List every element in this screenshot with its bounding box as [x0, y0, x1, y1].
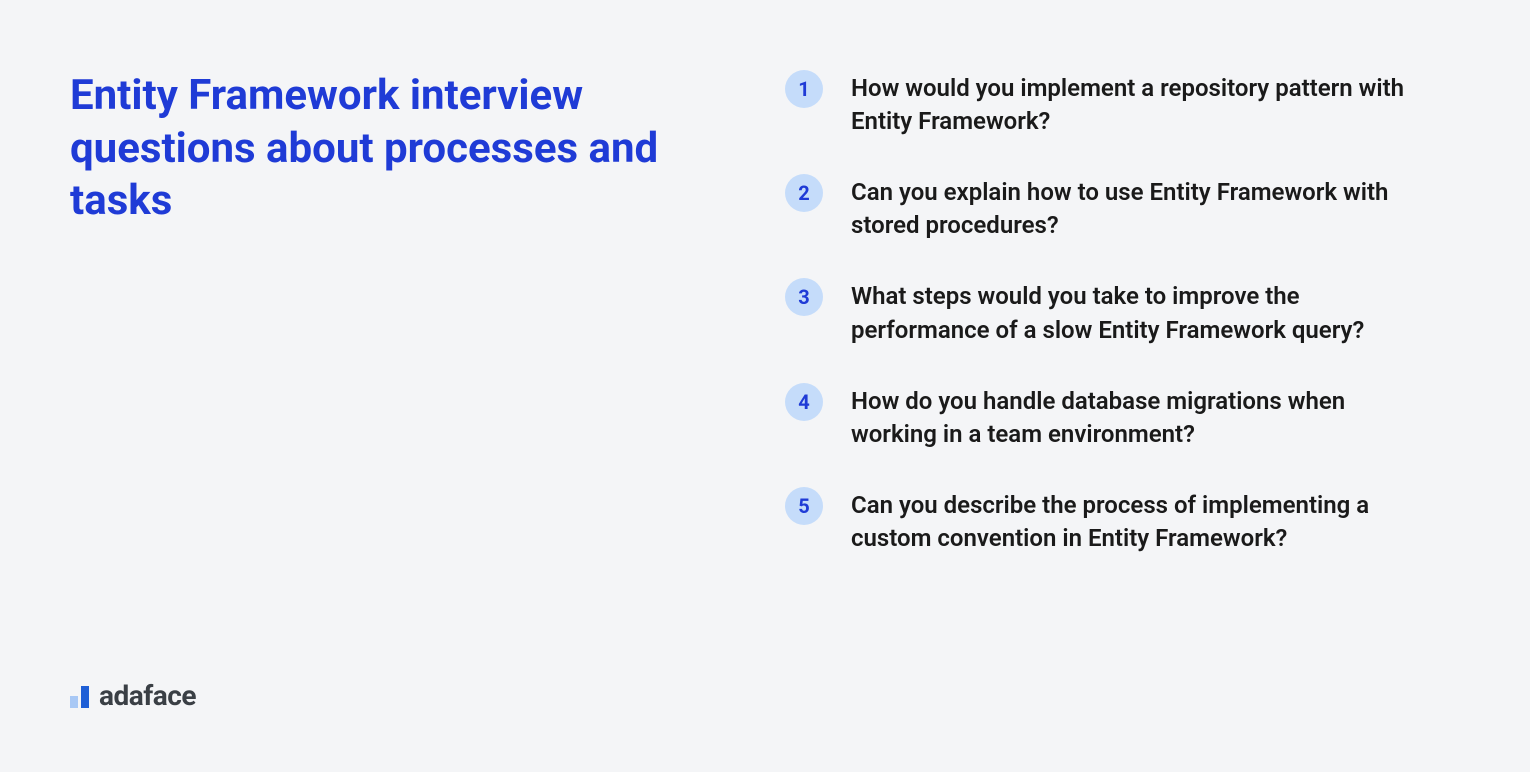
list-item: 3 What steps would you take to improve t… [785, 278, 1460, 346]
question-text: What steps would you take to improve the… [851, 278, 1411, 346]
list-item: 5 Can you describe the process of implem… [785, 487, 1460, 555]
list-item: 2 Can you explain how to use Entity Fram… [785, 174, 1460, 242]
brand-name: adaface [99, 679, 196, 712]
question-number-badge: 5 [785, 487, 823, 525]
questions-list: 1 How would you implement a repository p… [785, 70, 1460, 722]
question-number-badge: 4 [785, 383, 823, 421]
question-number-badge: 1 [785, 70, 823, 108]
slide-container: Entity Framework interview questions abo… [0, 0, 1530, 772]
question-text: Can you explain how to use Entity Framew… [851, 174, 1411, 242]
question-number-badge: 2 [785, 174, 823, 212]
left-column: Entity Framework interview questions abo… [70, 70, 785, 722]
question-text: How do you handle database migrations wh… [851, 383, 1411, 451]
bars-icon [70, 684, 89, 708]
page-title: Entity Framework interview questions abo… [70, 70, 710, 228]
question-text: Can you describe the process of implemen… [851, 487, 1411, 555]
question-number-badge: 3 [785, 278, 823, 316]
brand-logo: adaface [70, 679, 745, 722]
question-text: How would you implement a repository pat… [851, 70, 1411, 138]
list-item: 1 How would you implement a repository p… [785, 70, 1460, 138]
list-item: 4 How do you handle database migrations … [785, 383, 1460, 451]
